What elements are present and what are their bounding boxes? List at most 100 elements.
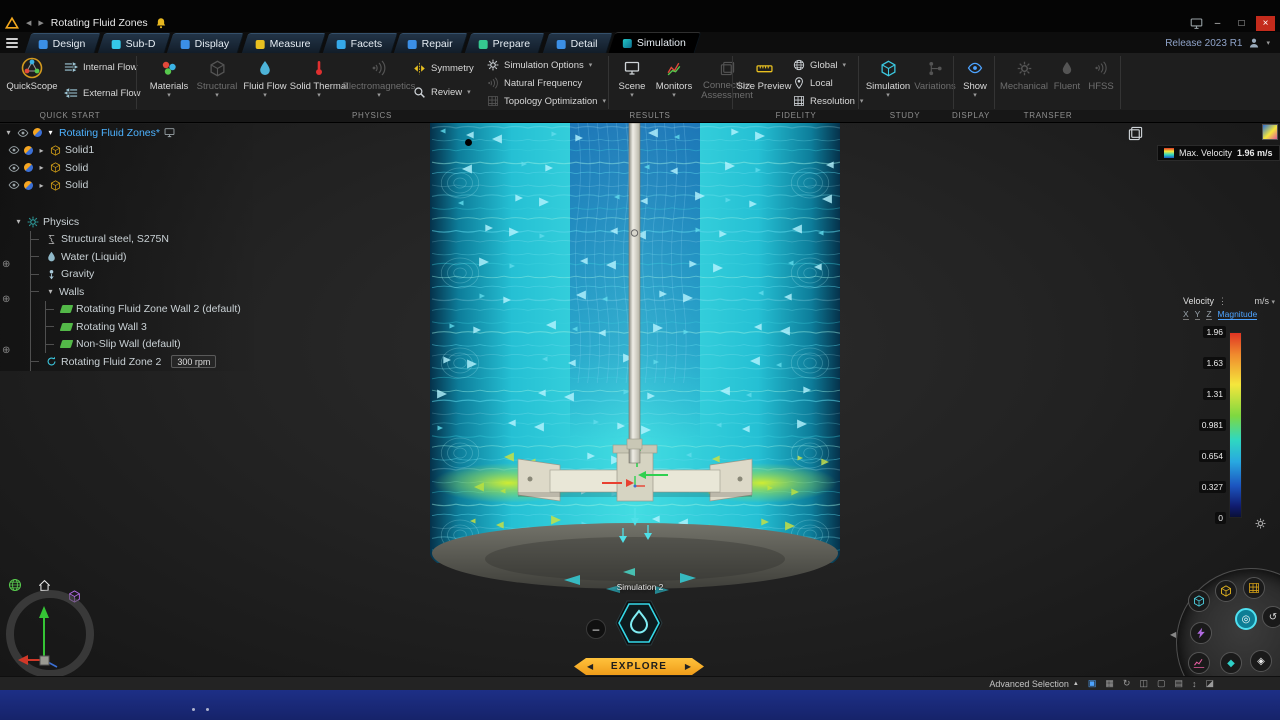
tree-row-gravity[interactable]: Gravity — [31, 266, 262, 284]
explore-next-icon[interactable]: ▶ — [685, 662, 691, 671]
layout-icon[interactable]: ▤ — [1174, 678, 1183, 689]
materials-button[interactable]: Materials ▾ — [146, 55, 192, 99]
max-velocity-probe[interactable]: Max. Velocity 1.96 m/s — [1157, 145, 1280, 161]
tools-grid-icon[interactable] — [1248, 582, 1260, 594]
expander-icon[interactable]: ▸ — [37, 163, 46, 172]
wall-label[interactable]: Rotating Fluid Zone Wall 2 (default) — [76, 303, 241, 315]
fit-view-icon[interactable]: ↕ — [1192, 679, 1197, 689]
explore-prev-icon[interactable]: ◀ — [587, 662, 593, 671]
legend-settings-gear-icon[interactable] — [1255, 518, 1266, 529]
grid-sphere-icon[interactable] — [8, 578, 22, 592]
visibility-eye-icon[interactable] — [8, 144, 20, 156]
undo-icon[interactable]: ↺ — [1262, 606, 1280, 628]
edge-marker-icon[interactable]: ⊕ — [2, 259, 10, 270]
fluid-flow-caret-icon[interactable]: ▾ — [263, 92, 267, 99]
review-button[interactable]: Review ▾ — [413, 84, 471, 100]
selection-filter-icon[interactable]: ▣ — [1088, 678, 1097, 689]
root-expander-icon[interactable]: ▾ — [46, 128, 55, 137]
mechanical-button[interactable]: Mechanical — [999, 55, 1049, 92]
simulation-options-caret-icon[interactable]: ▾ — [589, 62, 593, 69]
review-caret-icon[interactable]: ▾ — [467, 89, 471, 96]
tab-detail[interactable]: Detail — [542, 33, 613, 53]
tab-subd[interactable]: Sub-D — [97, 33, 171, 53]
colormap-icon[interactable] — [1262, 124, 1278, 140]
close-button[interactable]: × — [1256, 15, 1275, 31]
navigation-triad[interactable] — [0, 574, 112, 686]
hfss-button[interactable]: HFSS — [1086, 55, 1116, 92]
expander-icon[interactable]: ▸ — [37, 146, 46, 155]
show-button[interactable]: Show ▾ — [957, 55, 993, 99]
scene-button[interactable]: Scene ▾ — [613, 55, 651, 99]
grid-toggle-icon[interactable]: ▦ — [1105, 678, 1114, 689]
simulation-study-caret-icon[interactable]: ▾ — [886, 92, 890, 99]
legend-magnitude[interactable]: Magnitude — [1217, 309, 1258, 320]
tree-row-solid3[interactable]: ▸ Solid — [0, 177, 262, 195]
gravity-label[interactable]: Gravity — [61, 268, 94, 280]
tree-root-label[interactable]: Rotating Fluid Zones* — [59, 127, 160, 139]
material-label[interactable]: Structural steel, S275N — [61, 233, 169, 245]
shading-icon[interactable]: ◪ — [1205, 678, 1214, 689]
physics-label[interactable]: Physics — [43, 216, 79, 228]
results-chart-icon[interactable] — [1193, 657, 1205, 669]
legend-menu-icon[interactable]: ⋮ — [1218, 296, 1227, 307]
user-account-icon[interactable] — [1248, 37, 1260, 49]
external-flow-button[interactable]: External Flow — [64, 85, 141, 101]
notification-bell-icon[interactable] — [155, 17, 167, 29]
layers-icon[interactable] — [1128, 126, 1143, 141]
resolution-button[interactable]: Resolution ▾ — [793, 93, 863, 109]
legend-z[interactable]: Z — [1206, 309, 1212, 320]
account-caret-icon[interactable]: ▾ — [1266, 40, 1270, 47]
advanced-selection-toggle[interactable]: Advanced Selection ▲ — [989, 679, 1079, 689]
expander-icon[interactable]: ▾ — [46, 287, 55, 296]
fluid-label[interactable]: Water (Liquid) — [61, 251, 127, 263]
tab-prepare[interactable]: Prepare — [464, 33, 546, 53]
tab-display[interactable]: Display — [167, 33, 246, 53]
solid-label[interactable]: Solid1 — [65, 144, 94, 156]
legend-x[interactable]: X — [1183, 309, 1189, 320]
mixer-shaft[interactable] — [628, 123, 641, 464]
tree-row-fluid[interactable]: Water (Liquid) — [31, 248, 262, 266]
simulation-options-button[interactable]: Simulation Options ▾ — [487, 57, 592, 73]
solid-thermal-caret-icon[interactable]: ▾ — [317, 92, 321, 99]
tree-row-wall1[interactable]: Rotating Fluid Zone Wall 2 (default) — [46, 301, 262, 319]
edge-marker-icon[interactable]: ⊕ — [2, 294, 10, 305]
frame-icon[interactable]: ▢ — [1157, 678, 1166, 689]
fluent-button[interactable]: Fluent — [1050, 55, 1084, 92]
tab-facets[interactable]: Facets — [322, 33, 398, 53]
visibility-eye-icon[interactable] — [17, 127, 29, 139]
tab-repair[interactable]: Repair — [394, 33, 469, 53]
tree-row-walls[interactable]: ▾ Walls — [31, 283, 262, 301]
legend-title[interactable]: Velocity — [1183, 296, 1214, 306]
radial-collapse-icon[interactable]: ◀ — [1170, 630, 1176, 639]
menu-hamburger-icon[interactable] — [0, 33, 24, 53]
panel-collapse-icon[interactable]: ▾ — [4, 128, 13, 137]
tree-row-material[interactable]: Structural steel, S275N — [31, 231, 262, 249]
tree-row-solid1[interactable]: ▸ Solid1 — [0, 142, 262, 160]
refresh-icon[interactable]: ↻ — [1123, 678, 1131, 689]
rotating-zone-label[interactable]: Rotating Fluid Zone 2 — [61, 356, 161, 368]
natural-frequency-button[interactable]: Natural Frequency — [487, 75, 582, 91]
mesh-diamond-icon[interactable]: ◆ — [1220, 652, 1242, 674]
walls-label[interactable]: Walls — [59, 286, 84, 298]
tree-row-wall2[interactable]: Rotating Wall 3 — [46, 318, 262, 336]
symmetry-button[interactable]: Symmetry — [413, 60, 474, 76]
radial-menu[interactable]: ◎ ↺ ◆ ◈ ◀ — [1168, 568, 1280, 718]
forward-icon[interactable]: ▶ — [38, 19, 43, 27]
fluids-mode-button[interactable]: ◎ — [1235, 608, 1257, 630]
tree-root-row[interactable]: ▾ ▾ Rotating Fluid Zones* — [0, 124, 262, 142]
visibility-eye-icon[interactable] — [8, 162, 20, 174]
solid-thermal-button[interactable]: Solid Thermal ▾ — [290, 55, 348, 99]
show-caret-icon[interactable]: ▾ — [973, 92, 977, 99]
variations-button[interactable]: Variations — [912, 55, 958, 92]
solid-label[interactable]: Solid — [65, 162, 88, 174]
rpm-input[interactable]: 300 rpm — [171, 355, 217, 369]
cfd-flow-visualization[interactable] — [430, 123, 840, 623]
monitors-caret-icon[interactable]: ▾ — [672, 92, 676, 99]
split-view-icon[interactable]: ◫ — [1139, 678, 1148, 689]
minimize-button[interactable]: – — [1208, 16, 1227, 31]
quickscope-button[interactable]: QuickScope — [6, 55, 58, 92]
global-caret-icon[interactable]: ▾ — [842, 62, 846, 69]
resolution-caret-icon[interactable]: ▾ — [860, 98, 864, 105]
pin-view-icon[interactable] — [164, 127, 175, 138]
tab-design[interactable]: Design — [24, 33, 101, 53]
